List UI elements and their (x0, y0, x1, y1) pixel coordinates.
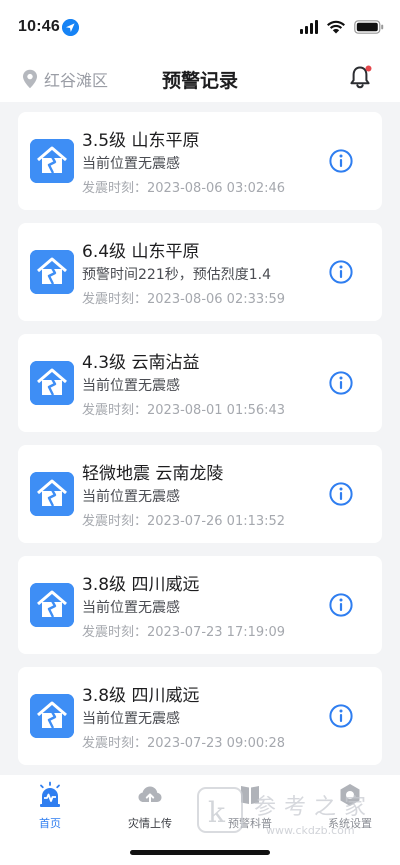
warning-record-card[interactable]: 3.5级 山东平原 当前位置无震感 发震时刻：2023-08-06 03:02:… (18, 112, 382, 210)
record-subtitle: 当前位置无震感 (82, 600, 180, 616)
tab-disaster-upload[interactable]: 灾情上传 (100, 781, 200, 837)
info-icon[interactable] (329, 704, 353, 728)
tab-label: 灾情上传 (128, 817, 172, 830)
record-title: 轻微地震 云南龙陵 (82, 464, 224, 484)
record-time: 发震时刻：2023-07-26 01:13:52 (82, 514, 286, 529)
earthquake-house-icon (30, 583, 74, 627)
info-icon[interactable] (329, 260, 353, 284)
info-icon[interactable] (329, 482, 353, 506)
location-services-icon (62, 19, 79, 36)
record-subtitle: 当前位置无震感 (82, 378, 180, 394)
info-icon[interactable] (329, 149, 353, 173)
wifi-icon (327, 20, 345, 34)
cloud-upload-icon (138, 786, 162, 804)
tab-label: 首页 (39, 817, 61, 830)
earthquake-house-icon (30, 250, 74, 294)
record-time: 发震时刻：2023-07-23 17:19:09 (82, 625, 286, 640)
record-time: 发震时刻：2023-08-06 03:02:46 (82, 181, 286, 196)
record-time: 发震时刻：2023-08-01 01:56:43 (82, 403, 286, 418)
home-indicator (130, 850, 270, 855)
tab-label: 系统设置 (328, 817, 372, 830)
notification-bell-icon[interactable] (348, 64, 374, 90)
record-subtitle: 预警时间221秒，预估烈度1.4 (82, 267, 271, 283)
info-icon[interactable] (329, 371, 353, 395)
earthquake-house-icon (30, 472, 74, 516)
record-title: 3.8级 四川威远 (82, 575, 200, 595)
warning-record-list: 3.5级 山东平原 当前位置无震感 发震时刻：2023-08-06 03:02:… (18, 112, 382, 778)
page-title: 预警记录 (161, 70, 238, 92)
warning-record-card[interactable]: 6.4级 山东平原 预警时间221秒，预估烈度1.4 发震时刻：2023-08-… (18, 223, 382, 321)
record-subtitle: 当前位置无震感 (82, 489, 180, 505)
record-title: 6.4级 山东平原 (82, 242, 200, 262)
earthquake-house-icon (30, 694, 74, 738)
record-time: 发震时刻：2023-08-06 02:33:59 (82, 292, 286, 307)
info-icon[interactable] (329, 593, 353, 617)
header: 红谷滩区 预警记录 (0, 56, 400, 102)
record-subtitle: 当前位置无震感 (82, 156, 180, 172)
status-time: 10:46 (18, 18, 60, 35)
record-time: 发震时刻：2023-07-23 09:00:28 (82, 736, 286, 751)
record-title: 3.8级 四川威远 (82, 686, 200, 706)
tab-warning-science[interactable]: 预警科普 (200, 781, 300, 837)
status-bar: 10:46 (0, 0, 400, 56)
settings-icon (340, 784, 360, 806)
alarm-icon (40, 781, 60, 807)
record-title: 4.3级 云南沾益 (82, 353, 200, 373)
record-subtitle: 当前位置无震感 (82, 711, 180, 727)
earthquake-house-icon (30, 361, 74, 405)
warning-record-card[interactable]: 3.8级 四川威远 当前位置无震感 发震时刻：2023-07-23 09:00:… (18, 667, 382, 765)
tab-label: 预警科普 (228, 817, 272, 830)
tab-system-settings[interactable]: 系统设置 (300, 781, 400, 837)
warning-record-card[interactable]: 轻微地震 云南龙陵 当前位置无震感 发震时刻：2023-07-26 01:13:… (18, 445, 382, 543)
warning-record-card[interactable]: 3.8级 四川威远 当前位置无震感 发震时刻：2023-07-23 17:19:… (18, 556, 382, 654)
cellular-signal-icon (300, 20, 318, 34)
book-icon (241, 786, 259, 804)
notification-dot (365, 65, 372, 72)
warning-record-card[interactable]: 4.3级 云南沾益 当前位置无震感 发震时刻：2023-08-01 01:56:… (18, 334, 382, 432)
tab-home[interactable]: 首页 (0, 781, 100, 837)
battery-icon (354, 20, 384, 34)
earthquake-house-icon (30, 139, 74, 183)
record-title: 3.5级 山东平原 (82, 131, 200, 151)
